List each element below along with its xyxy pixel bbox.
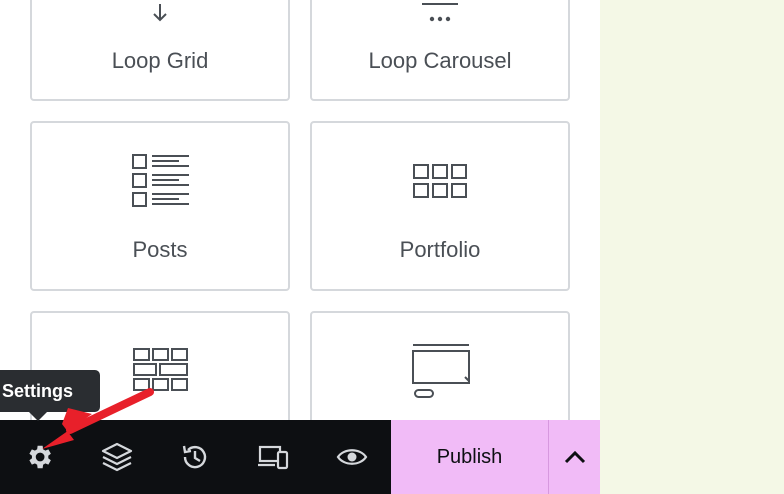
- loop-grid-icon: [153, 4, 167, 22]
- widget-label: Posts: [132, 237, 188, 262]
- history-button[interactable]: [165, 420, 225, 494]
- canvas-preview: [600, 0, 784, 494]
- responsive-icon: [258, 445, 289, 470]
- widget-loop-grid[interactable]: Loop Grid: [30, 0, 290, 101]
- loop-carousel-icon: [422, 3, 458, 22]
- slides-icon: [412, 344, 470, 398]
- publish-options-button[interactable]: [548, 420, 600, 494]
- preview-eye-icon: [336, 449, 368, 465]
- chevron-up-icon: [564, 450, 585, 464]
- widget-label: Portfolio: [399, 237, 481, 262]
- widget-posts[interactable]: Posts: [30, 121, 290, 291]
- responsive-mode-button[interactable]: [243, 420, 303, 494]
- widget-label: Loop Carousel: [368, 48, 512, 73]
- widget-portfolio[interactable]: Portfolio: [310, 121, 570, 291]
- annotation-arrow: [42, 388, 154, 449]
- widget-label: Loop Grid: [111, 48, 209, 73]
- history-icon: [182, 445, 207, 469]
- publish-button[interactable]: Publish: [391, 420, 548, 494]
- portfolio-icon: [413, 164, 467, 198]
- preview-button[interactable]: [322, 420, 382, 494]
- posts-icon: [132, 154, 189, 207]
- widget-loop-carousel[interactable]: Loop Carousel: [310, 0, 570, 101]
